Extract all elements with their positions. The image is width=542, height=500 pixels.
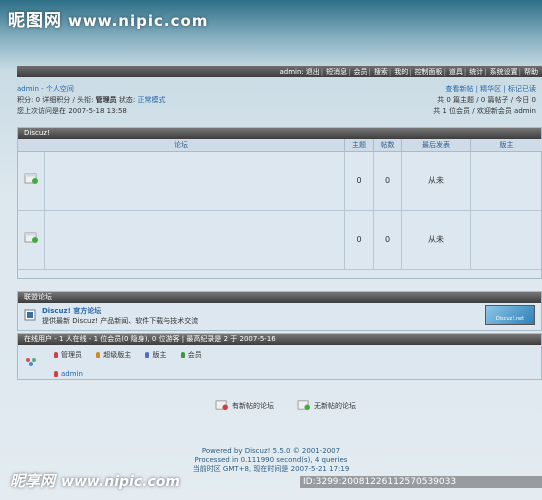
no-new-posts-icon	[297, 400, 310, 411]
union-forum-link[interactable]: Discuz! 官方论坛	[42, 306, 198, 316]
stats-members: 共 1 位会员 / 欢迎新会员 admin	[433, 107, 536, 115]
username-link[interactable]: admin	[17, 85, 39, 93]
discuz-logo-banner[interactable]: Discuz!.net	[485, 305, 535, 325]
online-user-list: admin	[54, 370, 83, 378]
legend-member: 会员	[180, 351, 202, 359]
last-visit: 您上次访问是在 2007-5-18 13:58	[17, 107, 127, 115]
union-forum-panel: 联盟论坛 Discuz! 官方论坛 提供最新 Discuz! 产品新闻、软件下载…	[17, 291, 542, 331]
forum-row[interactable]: 0 0 从未	[18, 152, 541, 211]
last-post: 从未	[401, 211, 470, 269]
personal-space-link[interactable]: - 个人空间	[41, 85, 74, 93]
user-title: 管理员	[95, 96, 117, 104]
forum-name-cell	[44, 211, 345, 269]
forum-category-panel: Discuz! 论坛 主题 帖数 最后发表 版主 0 0 从未 0 0 从未	[17, 127, 542, 279]
topnav-item[interactable]: 搜索	[374, 68, 388, 76]
posts-count: 0	[373, 211, 401, 269]
watermark-url: www.nipic.com	[68, 12, 209, 30]
user-legend: 管理员 超级版主 版主 会员	[54, 350, 214, 360]
topnav-item[interactable]: 系统设置	[490, 68, 518, 76]
topnav-item[interactable]: 道具	[449, 68, 463, 76]
last-post: 从未	[401, 152, 470, 210]
topics-count: 0	[344, 152, 373, 210]
users-group-icon	[26, 358, 36, 366]
topnav-item[interactable]: 控制面板	[415, 68, 443, 76]
state-label: 状态:	[118, 96, 136, 104]
posts-count: 0	[373, 152, 401, 210]
col-last-post: 最后发表	[401, 139, 470, 152]
watermark-top: 昵图网 www.nipic.com	[8, 6, 208, 31]
legend-super-mod: 超级版主	[96, 351, 131, 359]
moderators-cell	[470, 152, 542, 210]
quick-links[interactable]: 查看新帖 | 精华区 | 标记已读	[433, 84, 536, 95]
union-header: 联盟论坛	[18, 292, 541, 303]
top-nav-links: admin: 退出| 短消息| 会员| 搜索| 我的| 控制面板| 道具| 统计| 系统设置| 帮助	[279, 68, 538, 76]
col-moderators: 版主	[470, 139, 542, 152]
watermark-bottom-url: www.nipic.com	[61, 474, 180, 490]
online-header[interactable]: 在线用户 - 1 人在线 - 1 位会员(0 隐身), 0 位游客 | 最高纪录…	[18, 334, 541, 345]
topnav-item[interactable]: 退出	[306, 68, 320, 76]
topnav-item[interactable]: 统计	[469, 68, 483, 76]
topnav-item[interactable]: 我的	[394, 68, 408, 76]
union-forum-row: Discuz! 官方论坛 提供最新 Discuz! 产品新闻、软件下载与技术交流…	[18, 303, 541, 327]
forum-row[interactable]: 0 0 从未	[18, 211, 541, 270]
online-row: 管理员 超级版主 版主 会员 admin	[18, 345, 541, 379]
topics-count: 0	[344, 211, 373, 269]
forum-name-cell	[44, 152, 345, 210]
category-header[interactable]: Discuz!	[18, 128, 541, 139]
watermark-bottom: 昵享网 www.nipic.com	[10, 470, 180, 491]
no-new-posts-label: 无新帖的论坛	[314, 402, 356, 410]
online-user-link[interactable]: admin	[61, 370, 83, 378]
legend-moderator: 版主	[145, 351, 166, 359]
forum-link-icon	[24, 309, 36, 321]
forum-folder-icon	[24, 232, 38, 243]
col-forum: 论坛	[18, 139, 344, 152]
top-navbar: admin: 退出| 短消息| 会员| 搜索| 我的| 控制面板| 道具| 统计| 系统设置| 帮助	[17, 66, 542, 77]
watermark-id: ID:3299:20081226112570539033	[300, 476, 542, 488]
topnav-item[interactable]: admin:	[279, 68, 303, 76]
moderators-cell	[470, 211, 542, 269]
watermark-logo: 昵图网	[8, 11, 62, 31]
topnav-item[interactable]: 帮助	[524, 68, 538, 76]
forum-status-legend: 有新帖的论坛 无新帖的论坛	[215, 398, 375, 414]
col-topics: 主题	[344, 139, 373, 152]
powered-by[interactable]: Powered by Discuz! 5.5.0 © 2001-2007	[0, 447, 542, 456]
legend-admin: 管理员	[54, 351, 82, 359]
forum-folder-icon	[24, 173, 38, 184]
stats-posts: 共 0 篇主题 / 0 篇帖子 / 今日 0	[437, 96, 536, 104]
user-info-panel: admin - 个人空间 积分: 0 详细积分 / 头衔: 管理员 状态: 正常…	[17, 84, 542, 120]
watermark-bottom-logo: 昵享网	[10, 472, 56, 490]
state-link[interactable]: 正常模式	[138, 96, 166, 104]
col-posts: 帖数	[373, 139, 401, 152]
union-forum-desc: 提供最新 Discuz! 产品新闻、软件下载与技术交流	[42, 317, 199, 325]
online-users-panel: 在线用户 - 1 人在线 - 1 位会员(0 隐身), 0 位游客 | 最高纪录…	[17, 333, 542, 380]
credits-text: 积分: 0 详细积分 / 头衔:	[17, 96, 94, 104]
topnav-item[interactable]: 会员	[353, 68, 367, 76]
processed-time: Processed in 0.111990 second(s), 4 queri…	[194, 456, 348, 464]
new-posts-icon	[215, 400, 228, 411]
new-posts-label: 有新帖的论坛	[232, 402, 274, 410]
topnav-item[interactable]: 短消息	[326, 68, 347, 76]
